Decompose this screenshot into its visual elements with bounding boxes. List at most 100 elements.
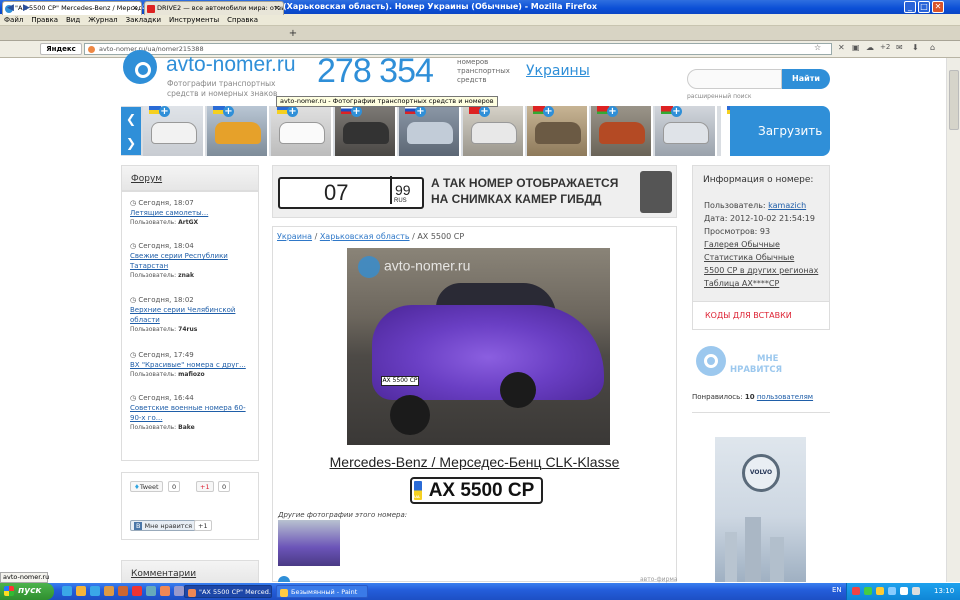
license-plate: UA AX 5500 CP bbox=[410, 477, 543, 504]
vk-like-button[interactable]: B Мне нравится bbox=[130, 520, 197, 531]
breadcrumb-country[interactable]: Украина bbox=[277, 232, 312, 241]
breadcrumb-region[interactable]: Харьковская область bbox=[320, 232, 410, 241]
tweet-button[interactable]: ♦Tweet bbox=[130, 481, 163, 492]
opera-icon[interactable] bbox=[118, 586, 128, 596]
like-camera-icon[interactable] bbox=[696, 346, 726, 376]
app-icon[interactable] bbox=[174, 586, 184, 596]
forum-topic-link[interactable]: Верхние серии Челябинской области bbox=[130, 305, 255, 325]
gallery-link[interactable]: Галерея Обычные bbox=[704, 240, 780, 250]
forum-topic-link[interactable]: Свежие серии Республики Татарстан bbox=[130, 251, 255, 271]
breadcrumb: Украина / Харьковская область / AX 5500 … bbox=[277, 232, 464, 241]
close-window-button[interactable]: ✕ bbox=[932, 1, 944, 13]
forward-button[interactable]: ▶ bbox=[20, 2, 33, 15]
home-icon[interactable]: ⌂ bbox=[930, 43, 935, 52]
carousel-photo[interactable]: + bbox=[271, 106, 333, 156]
tab-close-icon[interactable]: × bbox=[132, 2, 138, 15]
forum-item-time: ◷ Сегодня, 18:07 bbox=[130, 198, 255, 208]
forum-item-time: ◷ Сегодня, 17:49 bbox=[130, 350, 255, 360]
menu-view[interactable]: Вид bbox=[62, 14, 84, 26]
app-icon[interactable] bbox=[146, 586, 156, 596]
other-photo-thumbnail[interactable] bbox=[278, 520, 340, 566]
search-input[interactable] bbox=[687, 69, 782, 89]
carousel-photo[interactable]: + bbox=[591, 106, 653, 156]
scrollbar-thumb[interactable] bbox=[949, 70, 959, 130]
statistics-link[interactable]: Статистика Обычные bbox=[704, 253, 794, 263]
firefox-quick-icon[interactable] bbox=[104, 586, 114, 596]
menu-file[interactable]: Файл bbox=[0, 14, 27, 26]
search-button[interactable]: Найти bbox=[782, 69, 830, 89]
liked-count: Понравилось: 10 пользователям bbox=[692, 393, 813, 401]
car-shape bbox=[407, 122, 453, 144]
menu-edit[interactable]: Правка bbox=[27, 14, 62, 26]
car-model-link[interactable]: CLK-Klasse bbox=[545, 454, 619, 470]
liked-users-link[interactable]: пользователям bbox=[757, 393, 813, 401]
yandex-search-button[interactable]: Яндекс bbox=[40, 43, 82, 55]
menu-history[interactable]: Журнал bbox=[84, 14, 121, 26]
carousel-photo[interactable]: + bbox=[463, 106, 525, 156]
car-make-link[interactable]: Mercedes-Benz / Мерседес-Бенц bbox=[330, 454, 542, 470]
tray-icon[interactable] bbox=[864, 587, 872, 595]
desktop-icon[interactable] bbox=[90, 586, 100, 596]
network-icon[interactable] bbox=[912, 587, 920, 595]
upload-button[interactable]: Загрузить bbox=[730, 106, 830, 156]
tab-close-icon[interactable]: × bbox=[274, 2, 280, 15]
download-icon[interactable]: ⬇ bbox=[912, 43, 919, 52]
logo-camera-icon[interactable] bbox=[123, 50, 157, 84]
ie-icon[interactable] bbox=[62, 586, 72, 596]
banner-plate: 07 99 RUS bbox=[278, 176, 424, 209]
carousel-prev-button[interactable]: ❮ bbox=[121, 107, 141, 131]
carousel-photo[interactable]: + bbox=[207, 106, 269, 156]
back-button[interactable]: ◀ bbox=[4, 2, 17, 15]
stop-icon[interactable]: ✕ bbox=[838, 43, 845, 52]
language-indicator[interactable]: EN bbox=[832, 586, 842, 594]
banner-text: А ТАК НОМЕР ОТОБРАЖАЕТСЯ НА СНИМКАХ КАМЕ… bbox=[431, 176, 619, 206]
volume-icon[interactable] bbox=[900, 587, 908, 595]
folder-icon[interactable] bbox=[76, 586, 86, 596]
menu-tools[interactable]: Инструменты bbox=[165, 14, 223, 26]
info-user-link[interactable]: kamazich bbox=[768, 201, 806, 210]
forum-header[interactable]: Форум bbox=[121, 165, 259, 191]
plate-table-link[interactable]: Таблица AX****CP bbox=[704, 279, 779, 289]
tab-drive2[interactable]: DRIVE2 — все автомобили мира: отзыв... × bbox=[144, 1, 284, 15]
minimize-button[interactable]: _ bbox=[904, 1, 916, 13]
carousel-photo[interactable]: + bbox=[527, 106, 589, 156]
screenshot-icon[interactable]: ▣ bbox=[852, 43, 860, 52]
carousel-next-button[interactable]: ❯ bbox=[121, 131, 141, 155]
tray-icon[interactable] bbox=[876, 587, 884, 595]
other-regions-link[interactable]: 5500 CP в других регионах bbox=[704, 266, 818, 276]
advanced-search-link[interactable]: расширенный поиск bbox=[687, 93, 751, 100]
carousel-photo[interactable]: + bbox=[655, 106, 717, 156]
tray-icon[interactable] bbox=[888, 587, 896, 595]
menu-bookmarks[interactable]: Закладки bbox=[122, 14, 165, 26]
carousel-photo[interactable]: + bbox=[143, 106, 205, 156]
forum-topic-link[interactable]: ВХ "Красивые" номера с друг... bbox=[130, 360, 255, 370]
forum-topic-link[interactable]: Советские военные номера 60-90-х го... bbox=[130, 403, 255, 423]
tray-icon[interactable] bbox=[852, 587, 860, 595]
carousel-photo[interactable]: + bbox=[335, 106, 397, 156]
gplus-button[interactable]: +1 bbox=[196, 481, 214, 492]
car-shape bbox=[535, 122, 581, 144]
new-tab-button[interactable]: + bbox=[286, 28, 300, 40]
drive2-favicon-icon bbox=[147, 5, 155, 13]
maximize-button[interactable]: □ bbox=[918, 1, 930, 13]
bookmark-star-icon[interactable]: ☆ bbox=[814, 43, 821, 52]
page-scrollbar[interactable] bbox=[946, 58, 960, 582]
country-link[interactable]: Украины bbox=[526, 63, 590, 79]
mail-icon[interactable]: ✉ bbox=[896, 43, 903, 52]
menu-help[interactable]: Справка bbox=[223, 14, 262, 26]
start-button[interactable]: пуск bbox=[0, 583, 54, 600]
carousel-photo[interactable]: + bbox=[399, 106, 461, 156]
ad-building bbox=[745, 517, 761, 582]
embed-codes-link[interactable]: КОДЫ ДЛЯ ВСТАВКИ bbox=[692, 302, 830, 330]
task-firefox[interactable]: "AX 5500 CP" Merced... bbox=[184, 585, 272, 598]
site-logo[interactable]: avto-nomer.ru bbox=[166, 53, 296, 77]
weather-icon[interactable]: ☁ bbox=[866, 43, 874, 52]
like-button-text[interactable]: МНЕ НРАВИТСЯ bbox=[730, 354, 782, 376]
app-icon[interactable] bbox=[160, 586, 170, 596]
task-paint[interactable]: Безымянный - Paint bbox=[276, 585, 368, 598]
ad-building bbox=[770, 537, 784, 582]
car-photo-wheel bbox=[390, 395, 430, 435]
forum-topic-link[interactable]: Летящие самолеты... bbox=[130, 208, 255, 218]
media-icon[interactable] bbox=[132, 586, 142, 596]
social-box: ♦Tweet 0 +1 0 B Мне нравится +1 bbox=[121, 472, 259, 540]
